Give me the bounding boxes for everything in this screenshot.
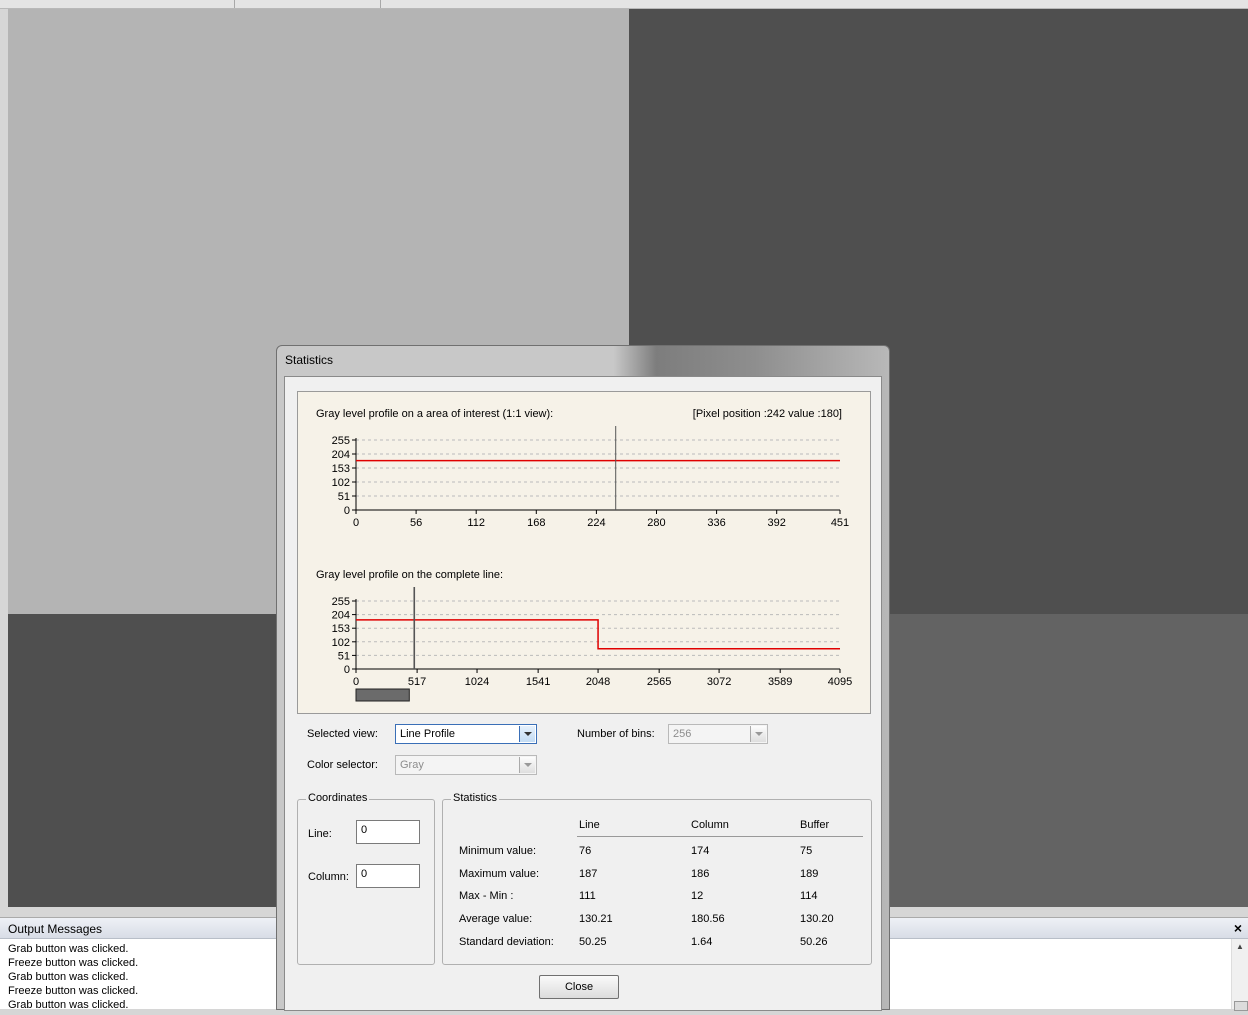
cell-avg-line: 130.21: [579, 913, 613, 925]
x-tick-label: 2048: [586, 676, 610, 688]
close-button[interactable]: Close: [539, 975, 619, 999]
bins-label: Number of bins:: [577, 728, 655, 740]
cell-min-buffer: 75: [800, 845, 813, 857]
column-input[interactable]: 0: [356, 864, 420, 888]
row-label-avg: Average value:: [459, 913, 533, 925]
x-tick-label: 392: [768, 517, 786, 529]
dropdown-button[interactable]: [519, 726, 535, 742]
row-label-min: Minimum value:: [459, 845, 537, 857]
line-profile-label: Gray level profile on the complete line:: [316, 569, 504, 581]
col-header-column: Column: [691, 819, 729, 831]
x-tick-label: 517: [408, 676, 426, 688]
row-label-std: Standard deviation:: [459, 936, 554, 948]
chevron-down-icon: [755, 732, 763, 736]
chevron-down-icon: [524, 732, 532, 736]
x-tick-label: 112: [467, 517, 485, 529]
x-tick-label: 336: [707, 517, 725, 529]
bins-select[interactable]: 256: [668, 724, 768, 744]
color-selector-value: Gray: [400, 759, 424, 771]
x-tick-label: 451: [831, 517, 849, 529]
statistics-group: Statistics Line Column Buffer Minimum va…: [442, 792, 872, 965]
col-header-line: Line: [579, 819, 600, 831]
roi-selection-box: [355, 688, 410, 702]
y-tick-label: 51: [338, 491, 350, 503]
statistics-title: Statistics: [451, 792, 500, 804]
scroll-thumb[interactable]: [1234, 1001, 1248, 1011]
y-tick-label: 102: [332, 637, 350, 649]
x-tick-label: 3589: [768, 676, 792, 688]
selected-view-value: Line Profile: [400, 728, 456, 740]
x-tick-label: 280: [647, 517, 665, 529]
x-tick-label: 2565: [647, 676, 671, 688]
y-tick-label: 255: [332, 435, 350, 447]
row-label-range: Max - Min :: [459, 890, 514, 902]
coordinates-title: Coordinates: [306, 792, 370, 804]
x-tick-label: 3072: [707, 676, 731, 688]
cell-range-buffer: 114: [800, 890, 818, 902]
line-value: 0: [361, 824, 368, 836]
cell-min-line: 76: [579, 845, 592, 857]
cell-avg-column: 180.56: [691, 913, 725, 925]
x-tick-label: 224: [587, 517, 605, 529]
scroll-up-icon[interactable]: ▲: [1236, 942, 1244, 951]
column-label: Column:: [308, 871, 349, 883]
output-messages-title: Output Messages: [8, 922, 103, 936]
col-header-buffer: Buffer: [800, 819, 830, 831]
header-divider: [577, 836, 863, 837]
series-line: [356, 619, 840, 650]
dropdown-button[interactable]: [750, 726, 766, 742]
cell-range-column: 12: [691, 890, 704, 902]
dialog-title: Statistics: [285, 353, 334, 367]
statistics-dialog: Statistics Gray level profile on a area …: [276, 345, 890, 1011]
cell-range-line: 111: [579, 890, 596, 902]
column-value: 0: [361, 868, 368, 880]
coordinates-group: Coordinates Line: 0 Column: 0: [297, 792, 435, 965]
line-label: Line:: [308, 828, 332, 840]
x-tick-label: 4095: [828, 676, 852, 688]
cell-std-column: 1.64: [691, 936, 713, 948]
y-tick-label: 0: [344, 664, 350, 676]
cell-max-line: 187: [579, 868, 598, 880]
y-tick-label: 153: [332, 463, 350, 475]
line-input[interactable]: 0: [356, 820, 420, 844]
selected-view-label: Selected view:: [307, 728, 378, 740]
y-tick-label: 102: [332, 477, 350, 489]
output-scrollbar[interactable]: ▲: [1231, 939, 1248, 1011]
pixel-info: [Pixel position :242 value :180]: [692, 408, 842, 420]
x-tick-label: 0: [353, 676, 359, 688]
chart-panel: Gray level profile on a area of interest…: [297, 391, 871, 714]
selected-view-select[interactable]: Line Profile: [395, 724, 537, 744]
dropdown-button[interactable]: [519, 757, 535, 773]
chevron-down-icon: [524, 763, 532, 767]
y-tick-label: 51: [338, 650, 350, 662]
dialog-body: Gray level profile on a area of interest…: [284, 376, 882, 1011]
cell-avg-buffer: 130.20: [800, 913, 834, 925]
y-tick-label: 204: [332, 610, 350, 622]
x-tick-label: 56: [410, 517, 422, 529]
cell-std-buffer: 50.26: [800, 936, 828, 948]
roi-profile-chart[interactable]: 0 51 102 153 204 255 0 56 112 168 224 280 336 392 451: [298, 426, 870, 536]
x-tick-label: 0: [353, 517, 359, 529]
cell-std-line: 50.25: [579, 936, 607, 948]
y-tick-label: 0: [344, 505, 350, 517]
color-selector-label: Color selector:: [307, 759, 378, 771]
cell-min-column: 174: [691, 845, 710, 857]
cell-max-buffer: 189: [800, 868, 819, 880]
toolbar-separator: [234, 0, 235, 8]
y-tick-label: 255: [332, 596, 350, 608]
color-selector-select[interactable]: Gray: [395, 755, 537, 775]
y-tick-label: 153: [332, 623, 350, 635]
top-toolbar: [0, 0, 1248, 9]
bins-value: 256: [673, 728, 692, 740]
row-label-max: Maximum value:: [459, 868, 540, 880]
toolbar-separator: [380, 0, 381, 8]
cell-max-column: 186: [691, 868, 710, 880]
x-tick-label: 1024: [465, 676, 489, 688]
close-icon[interactable]: ×: [1234, 920, 1242, 936]
x-tick-label: 168: [527, 517, 545, 529]
y-tick-label: 204: [332, 449, 350, 461]
roi-profile-label: Gray level profile on a area of interest…: [316, 408, 554, 420]
line-profile-chart[interactable]: 0 51102 153204 255 0 517 1024 1541 2048 2565 3072 3…: [298, 587, 870, 713]
x-tick-label: 1541: [526, 676, 550, 688]
